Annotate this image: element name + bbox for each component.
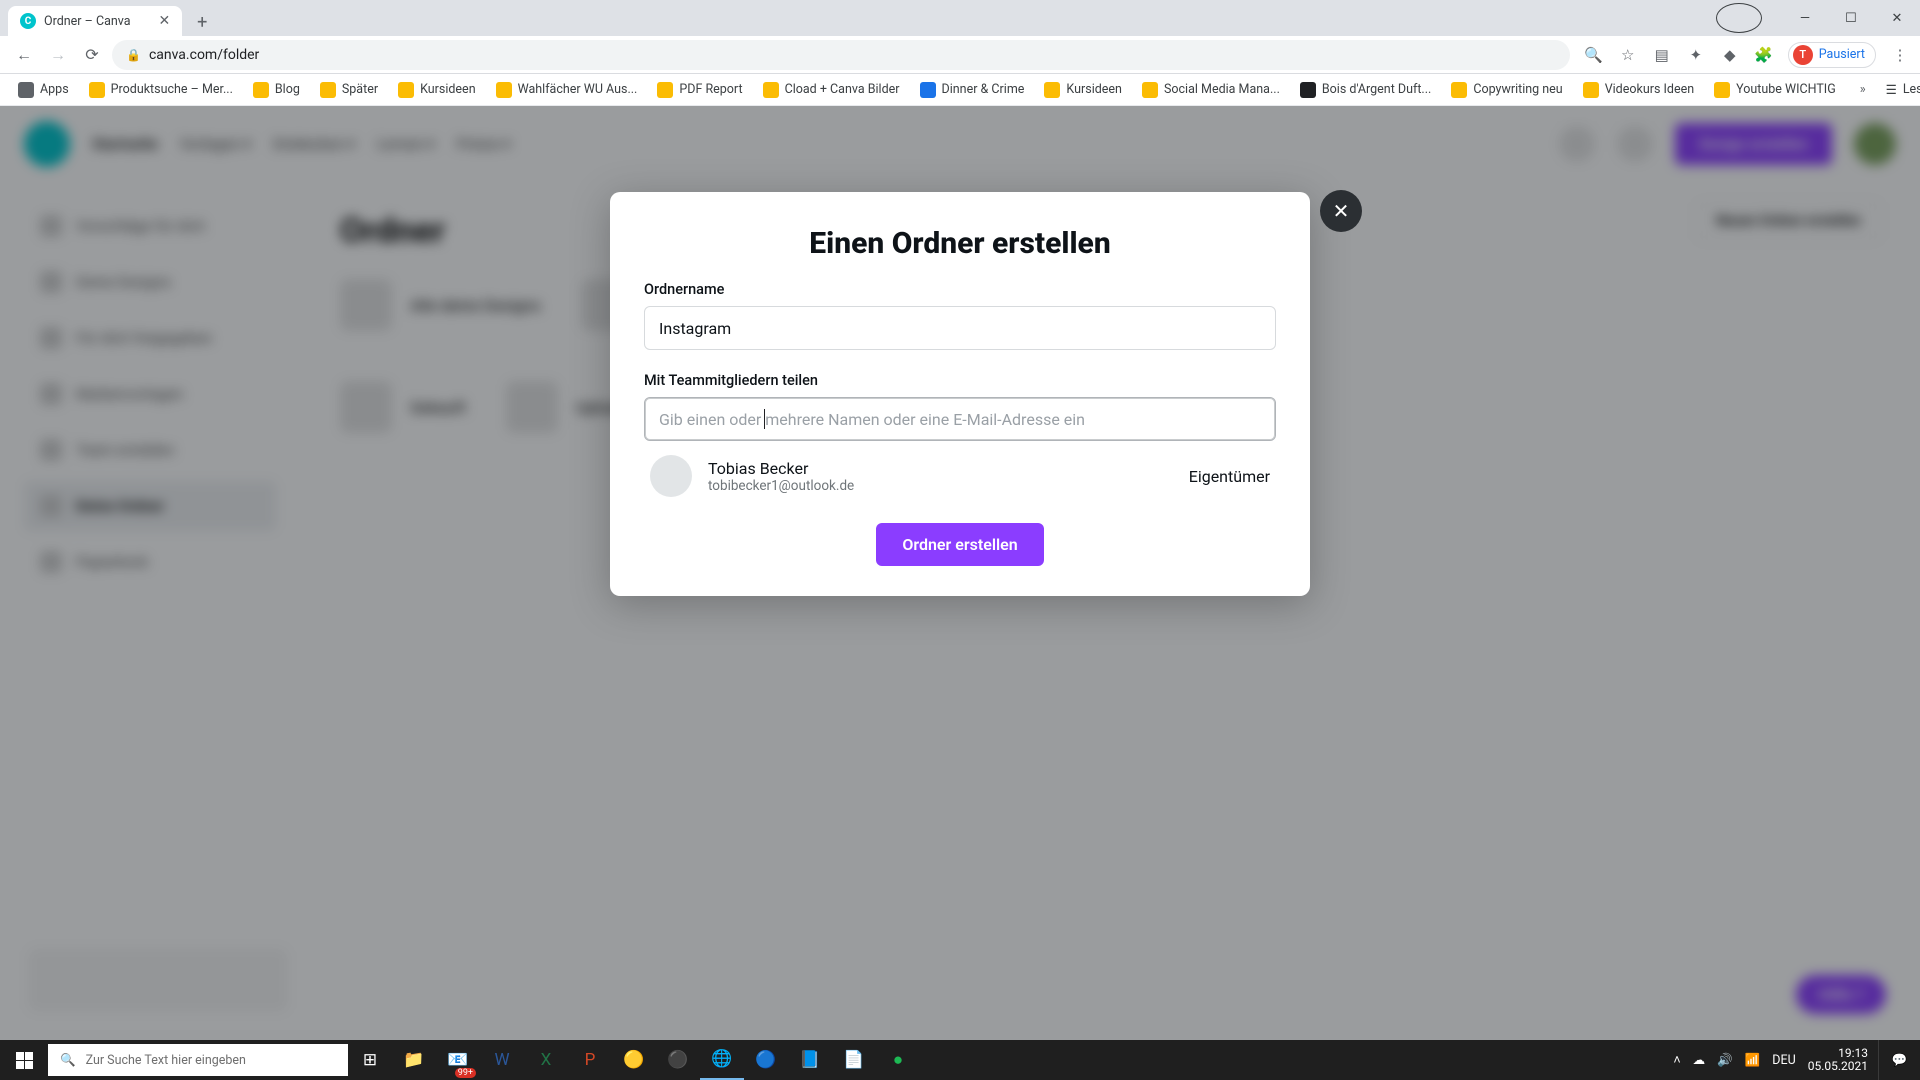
- address-bar[interactable]: 🔒 canva.com/folder: [112, 40, 1570, 70]
- member-avatar-icon: [650, 455, 692, 497]
- wifi-icon[interactable]: 📶: [1745, 1053, 1761, 1068]
- clock[interactable]: 19:13 05.05.2021: [1808, 1047, 1868, 1073]
- zoom-icon[interactable]: 🔍: [1584, 45, 1604, 65]
- tab-title: Ordner – Canva: [44, 14, 131, 29]
- start-button[interactable]: [0, 1040, 48, 1080]
- chrome-icon[interactable]: 🌐: [700, 1040, 744, 1080]
- profile-status: Pausiert: [1819, 47, 1865, 62]
- modal-title: Einen Ordner erstellen: [644, 226, 1276, 261]
- powerpoint-icon[interactable]: P: [568, 1040, 612, 1080]
- word-icon[interactable]: W: [480, 1040, 524, 1080]
- bookmark-item[interactable]: Später: [312, 78, 386, 102]
- action-center-icon[interactable]: 💬: [1878, 1040, 1920, 1080]
- notepad-icon[interactable]: 📄: [832, 1040, 876, 1080]
- share-members-input[interactable]: [644, 397, 1276, 441]
- reload-button[interactable]: ⟳: [78, 41, 106, 69]
- chrome-menu-icon[interactable]: ⋮: [1890, 45, 1910, 65]
- taskbar-search[interactable]: 🔍 Zur Suche Text hier eingeben: [48, 1044, 348, 1076]
- window-controls: — ☐ ✕: [1716, 0, 1920, 36]
- bookmark-item[interactable]: Youtube WICHTIG: [1706, 78, 1844, 102]
- bookmarks-overflow[interactable]: »: [1852, 78, 1874, 101]
- extension-icon[interactable]: ▤: [1652, 45, 1672, 65]
- bookmarks-bar: Apps Produktsuche – Mer... Blog Später K…: [0, 74, 1920, 106]
- create-folder-submit-button[interactable]: Ordner erstellen: [876, 523, 1043, 566]
- search-icon: 🔍: [60, 1053, 76, 1068]
- new-tab-button[interactable]: +: [188, 8, 216, 36]
- extension-icon[interactable]: ✦: [1686, 45, 1706, 65]
- close-tab-icon[interactable]: ✕: [159, 13, 171, 29]
- close-window-button[interactable]: ✕: [1874, 3, 1920, 33]
- member-role: Eigentümer: [1189, 467, 1270, 486]
- member-name: Tobias Becker: [708, 459, 854, 478]
- task-view-icon[interactable]: ⊞: [348, 1040, 392, 1080]
- volume-icon[interactable]: 🔊: [1717, 1053, 1733, 1068]
- bookmark-item[interactable]: Dinner & Crime: [912, 78, 1033, 102]
- bookmark-item[interactable]: Bois d'Argent Duft...: [1292, 78, 1439, 102]
- obs-icon[interactable]: ⚫: [656, 1040, 700, 1080]
- search-placeholder: Zur Suche Text hier eingeben: [86, 1053, 246, 1068]
- owner-row: Tobias Becker tobibecker1@outlook.de Eig…: [644, 441, 1276, 501]
- bookmark-item[interactable]: Copywriting neu: [1443, 78, 1570, 102]
- bookmark-item[interactable]: Cload + Canva Bilder: [755, 78, 908, 102]
- app-icon[interactable]: 🟡: [612, 1040, 656, 1080]
- extension-icon[interactable]: ◆: [1720, 45, 1740, 65]
- lock-icon: 🔒: [126, 48, 141, 62]
- reading-list-button[interactable]: ☰Leseliste: [1878, 78, 1920, 102]
- profile-button[interactable]: T Pausiert: [1788, 42, 1876, 68]
- windows-logo-icon: [16, 1052, 33, 1069]
- maximize-button[interactable]: ☐: [1828, 3, 1874, 33]
- chrome-toolbar: ← → ⟳ 🔒 canva.com/folder 🔍 ☆ ▤ ✦ ◆ 🧩 T P…: [0, 36, 1920, 74]
- member-email: tobibecker1@outlook.de: [708, 478, 854, 494]
- share-label: Mit Teammitgliedern teilen: [644, 372, 1276, 389]
- browser-tab[interactable]: C Ordner – Canva ✕: [8, 6, 182, 36]
- onedrive-icon[interactable]: ☁: [1693, 1052, 1706, 1068]
- excel-icon[interactable]: X: [524, 1040, 568, 1080]
- bookmark-item[interactable]: Kursideen: [1036, 78, 1130, 102]
- account-indicator-icon[interactable]: [1716, 3, 1762, 33]
- mail-icon[interactable]: 📧99+: [436, 1040, 480, 1080]
- modal-overlay: ✕ Einen Ordner erstellen Ordnername Mit …: [0, 106, 1920, 1040]
- app-icon[interactable]: 📘: [788, 1040, 832, 1080]
- chrome-tab-strip: C Ordner – Canva ✕ + — ☐ ✕: [0, 0, 1920, 36]
- edge-icon[interactable]: 🔵: [744, 1040, 788, 1080]
- windows-taskbar: 🔍 Zur Suche Text hier eingeben ⊞ 📁 📧99+ …: [0, 1040, 1920, 1080]
- language-indicator[interactable]: DEU: [1772, 1053, 1795, 1068]
- close-modal-button[interactable]: ✕: [1320, 190, 1362, 232]
- bookmark-item[interactable]: Kursideen: [390, 78, 484, 102]
- spotify-icon[interactable]: ●: [876, 1040, 920, 1080]
- file-explorer-icon[interactable]: 📁: [392, 1040, 436, 1080]
- text-cursor-icon: [764, 409, 765, 429]
- bookmark-item[interactable]: Produktsuche – Mer...: [81, 78, 241, 102]
- forward-button[interactable]: →: [44, 41, 72, 69]
- bookmark-item[interactable]: PDF Report: [649, 78, 750, 102]
- canva-favicon: C: [20, 13, 36, 29]
- tray-chevron-icon[interactable]: ˄: [1673, 1053, 1680, 1068]
- bookmark-item[interactable]: Videokurs Ideen: [1575, 78, 1702, 102]
- system-tray[interactable]: ˄ ☁ 🔊 📶 DEU 19:13 05.05.2021: [1663, 1047, 1878, 1073]
- profile-avatar-icon: T: [1793, 45, 1813, 65]
- back-button[interactable]: ←: [10, 41, 38, 69]
- bookmark-item[interactable]: Blog: [245, 78, 308, 102]
- bookmark-item[interactable]: Social Media Mana...: [1134, 78, 1288, 102]
- folder-name-input[interactable]: [644, 306, 1276, 350]
- bookmark-item[interactable]: Wahlfächer WU Aus...: [488, 78, 646, 102]
- minimize-button[interactable]: —: [1782, 3, 1828, 33]
- create-folder-modal: ✕ Einen Ordner erstellen Ordnername Mit …: [610, 192, 1310, 596]
- url-text: canva.com/folder: [149, 47, 259, 63]
- bookmark-star-icon[interactable]: ☆: [1618, 45, 1638, 65]
- apps-shortcut[interactable]: Apps: [10, 78, 77, 102]
- folder-name-label: Ordnername: [644, 281, 1276, 298]
- extensions-menu-icon[interactable]: 🧩: [1754, 45, 1774, 65]
